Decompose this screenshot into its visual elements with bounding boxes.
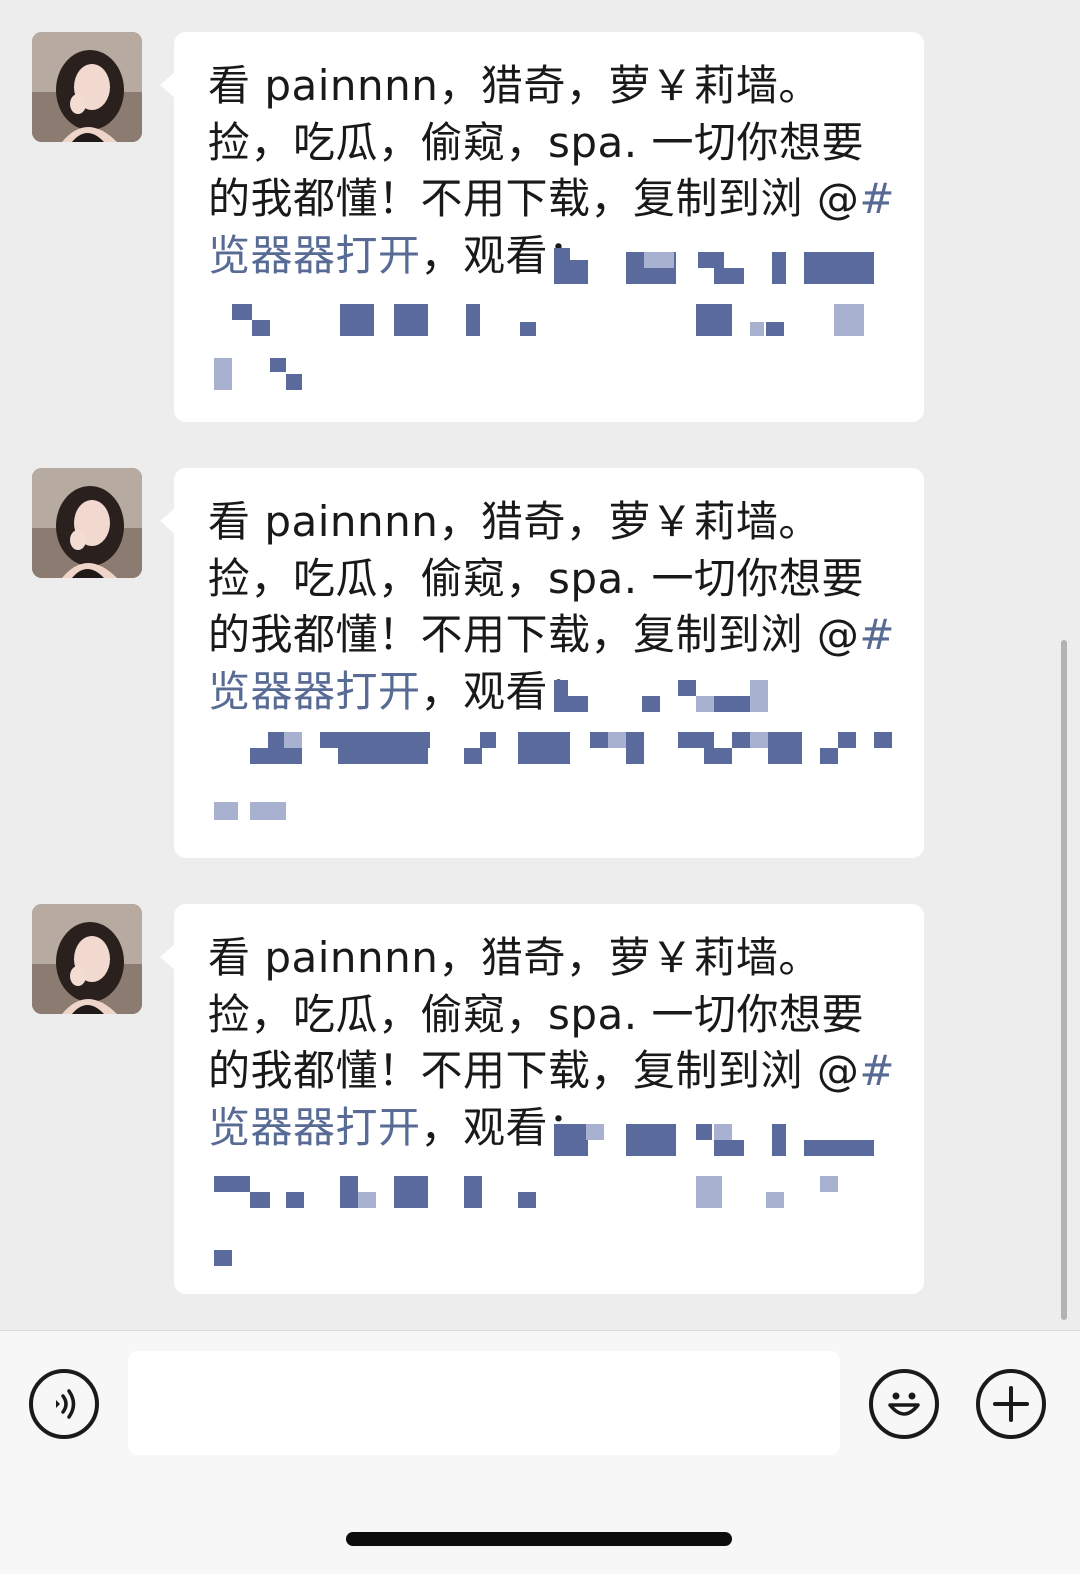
home-indicator[interactable] — [346, 1532, 732, 1546]
message-body: 看 painnnn，猎奇，萝￥莉墙。捡，吃瓜，偷窥，spa. 一切你想要的我都懂… — [208, 933, 864, 1095]
message-bubble[interactable]: 看 painnnn，猎奇，萝￥莉墙。捡，吃瓜，偷窥，spa. 一切你想要的我都懂… — [160, 32, 924, 422]
message-tail: ，观看： — [420, 666, 591, 716]
message-body: 看 painnnn，猎奇，萝￥莉墙。捡，吃瓜，偷窥，spa. 一切你想要的我都懂… — [208, 497, 864, 659]
voice-button[interactable] — [29, 1369, 99, 1439]
scrollbar[interactable] — [1061, 640, 1067, 1320]
sender-avatar[interactable] — [32, 32, 142, 142]
message-body: 看 painnnn，猎奇，萝￥莉墙。捡，吃瓜，偷窥，spa. 一切你想要的我都懂… — [208, 61, 864, 223]
message-3: 看 painnnn，猎奇，萝￥莉墙。捡，吃瓜，偷窥，spa. 一切你想要的我都懂… — [0, 904, 1080, 1304]
message-1: 看 painnnn，猎奇，萝￥莉墙。捡，吃瓜，偷窥，spa. 一切你想要的我都懂… — [0, 32, 1080, 432]
avatar-image — [32, 468, 142, 578]
message-bubble[interactable]: 看 painnnn，猎奇，萝￥莉墙。捡，吃瓜，偷窥，spa. 一切你想要的我都懂… — [160, 904, 924, 1294]
plus-icon — [993, 1386, 1029, 1422]
more-button[interactable] — [976, 1369, 1046, 1439]
message-tail: ，观看： — [420, 230, 591, 280]
voice-icon — [56, 1389, 76, 1419]
chat-area[interactable]: 看 painnnn，猎奇，萝￥莉墙。捡，吃瓜，偷窥，spa. 一切你想要的我都懂… — [0, 0, 1080, 1330]
message-bubble[interactable]: 看 painnnn，猎奇，萝￥莉墙。捡，吃瓜，偷窥，spa. 一切你想要的我都懂… — [160, 468, 924, 858]
sender-avatar[interactable] — [32, 904, 142, 1014]
message-text: 看 painnnn，猎奇，萝￥莉墙。捡，吃瓜，偷窥，spa. 一切你想要的我都懂… — [208, 494, 898, 720]
message-text: 看 painnnn，猎奇，萝￥莉墙。捡，吃瓜，偷窥，spa. 一切你想要的我都懂… — [208, 58, 898, 284]
emoji-icon — [888, 1392, 920, 1416]
emoji-button[interactable] — [869, 1369, 939, 1439]
avatar-image — [32, 32, 142, 142]
message-2: 看 painnnn，猎奇，萝￥莉墙。捡，吃瓜，偷窥，spa. 一切你想要的我都懂… — [0, 468, 1080, 868]
avatar-image — [32, 904, 142, 1014]
message-tail: ，观看： — [420, 1102, 591, 1152]
sender-avatar[interactable] — [32, 468, 142, 578]
message-input[interactable] — [128, 1351, 840, 1455]
message-text: 看 painnnn，猎奇，萝￥莉墙。捡，吃瓜，偷窥，spa. 一切你想要的我都懂… — [208, 930, 898, 1156]
